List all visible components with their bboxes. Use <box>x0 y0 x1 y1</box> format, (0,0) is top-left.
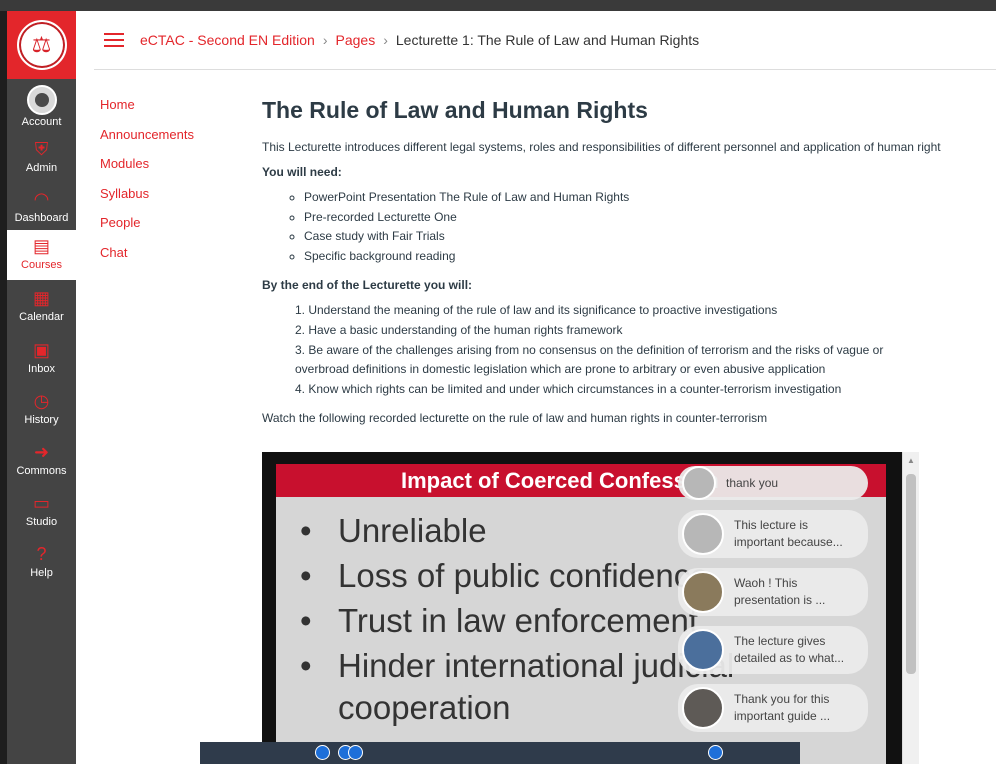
list-item: 4. Know which rights can be limited and … <box>295 381 842 396</box>
chevron-right-icon: › <box>322 32 328 48</box>
clock-icon: ◷ <box>33 391 50 411</box>
slide-bullet: Loss of public confidence <box>338 556 709 594</box>
calendar-icon: ▦ <box>32 288 50 308</box>
course-nav-announcements[interactable]: Announcements <box>100 127 220 157</box>
book-icon: ▤ <box>32 236 50 256</box>
nav-history[interactable]: ◷ History <box>7 383 76 434</box>
avatar <box>682 571 724 613</box>
scrollbar-thumb[interactable] <box>906 474 916 674</box>
intro-text: This Lecturette introduces different leg… <box>262 140 941 154</box>
nav-admin[interactable]: ⛨ Admin <box>7 131 76 183</box>
avatar <box>682 466 716 500</box>
scroll-up-icon[interactable]: ▲ <box>907 456 915 465</box>
avatar <box>682 513 724 555</box>
breadcrumb: eCTAC - Second EN Edition › Pages › Lect… <box>140 32 699 48</box>
list-item: 2. Have a basic understanding of the hum… <box>295 322 623 337</box>
course-nav-syllabus[interactable]: Syllabus <box>100 186 220 216</box>
chat-bubble[interactable]: thank you <box>678 466 868 500</box>
progress-handle[interactable] <box>708 745 723 760</box>
hamburger-menu-icon[interactable] <box>104 33 124 47</box>
breadcrumb-current: Lecturette 1: The Rule of Law and Human … <box>395 32 700 48</box>
chat-bubble[interactable]: Waoh ! This presentation is ... <box>678 568 868 616</box>
list-item: PowerPoint Presentation The Rule of Law … <box>304 190 996 210</box>
course-nav-home[interactable]: Home <box>100 97 220 127</box>
nav-commons[interactable]: ➜ Commons <box>7 434 76 485</box>
list-item: Specific background reading <box>304 249 996 269</box>
slide-bullet: Hinder international judicial <box>338 646 735 684</box>
slide-bullet-continuation: cooperation <box>338 689 511 726</box>
speedometer-icon: ◠ <box>33 189 50 209</box>
outcomes-list: 1. Understand the meaning of the rule of… <box>262 303 996 401</box>
list-item: Case study with Fair Trials <box>304 229 996 249</box>
nav-account[interactable]: Account <box>7 79 76 131</box>
question-icon: ? <box>36 544 47 564</box>
video-scrollbar[interactable]: ▲ <box>902 452 919 764</box>
chevron-right-icon: › <box>383 32 388 48</box>
commons-icon: ➜ <box>33 442 50 462</box>
avatar <box>682 629 724 671</box>
outcomes-heading: By the end of the Lecturette you will: <box>262 278 473 293</box>
inbox-icon: ▣ <box>32 340 50 360</box>
account-avatar <box>26 85 57 115</box>
nav-help[interactable]: ? Help <box>7 536 76 587</box>
chat-bubble[interactable]: Thank you for this important guide ... <box>678 684 868 732</box>
lecture-video[interactable]: Impact of Coerced Confession • Unreliable… <box>262 452 918 764</box>
list-item: Pre-recorded Lecturette One <box>304 210 996 230</box>
slide-bullets: • Unreliable • Loss of public confidence •… <box>300 511 735 727</box>
nav-courses[interactable]: ▤ Courses <box>7 230 76 280</box>
slide-bullet: Unreliable <box>338 511 487 549</box>
top-bar <box>0 0 996 11</box>
watch-text: Watch the following recorded lecturette … <box>262 411 768 426</box>
page-content: The Rule of Law and Human Rights This Le… <box>262 97 996 436</box>
institution-logo[interactable]: ⚖ <box>7 11 76 79</box>
need-list: PowerPoint Presentation The Rule of Law … <box>262 190 996 268</box>
shield-icon: ⛨ <box>34 139 49 159</box>
progress-handle[interactable] <box>348 745 363 760</box>
list-item: 3. Be aware of the challenges arising fr… <box>295 342 884 357</box>
left-edge <box>0 11 7 764</box>
monitor-icon: ▭ <box>32 493 50 513</box>
list-item: overbroad definitions in domestic legisl… <box>295 362 826 377</box>
nav-dashboard[interactable]: ◠ Dashboard <box>7 183 76 230</box>
list-item: 1. Understand the meaning of the rule of… <box>295 303 778 318</box>
course-nav-people[interactable]: People <box>100 215 220 245</box>
nav-studio[interactable]: ▭ Studio <box>7 485 76 536</box>
nav-inbox[interactable]: ▣ Inbox <box>7 332 76 383</box>
nav-calendar[interactable]: ▦ Calendar <box>7 280 76 332</box>
need-heading: You will need: <box>262 165 342 179</box>
course-nav: Home Announcements Modules Syllabus Peop… <box>100 97 220 275</box>
avatar <box>682 687 724 729</box>
page-title: The Rule of Law and Human Rights <box>262 97 648 123</box>
main-page: eCTAC - Second EN Edition › Pages › Lect… <box>76 11 996 764</box>
seal-icon: ⚖ <box>16 20 67 70</box>
course-nav-chat[interactable]: Chat <box>100 245 220 275</box>
breadcrumb-pages[interactable]: Pages <box>336 32 376 48</box>
chat-bubble[interactable]: The lecture gives detailed as to what... <box>678 626 868 674</box>
global-nav: ⚖ Account ⛨ Admin ◠ Dashboard ▤ Courses … <box>7 11 76 764</box>
slide-bullet: Trust in law enforcement <box>338 601 699 639</box>
chat-bubble[interactable]: This lecture is important because... <box>678 510 868 558</box>
breadcrumb-course[interactable]: eCTAC - Second EN Edition <box>140 32 315 48</box>
course-nav-modules[interactable]: Modules <box>100 156 220 186</box>
page-header: eCTAC - Second EN Edition › Pages › Lect… <box>94 11 996 70</box>
progress-handle[interactable] <box>315 745 330 760</box>
